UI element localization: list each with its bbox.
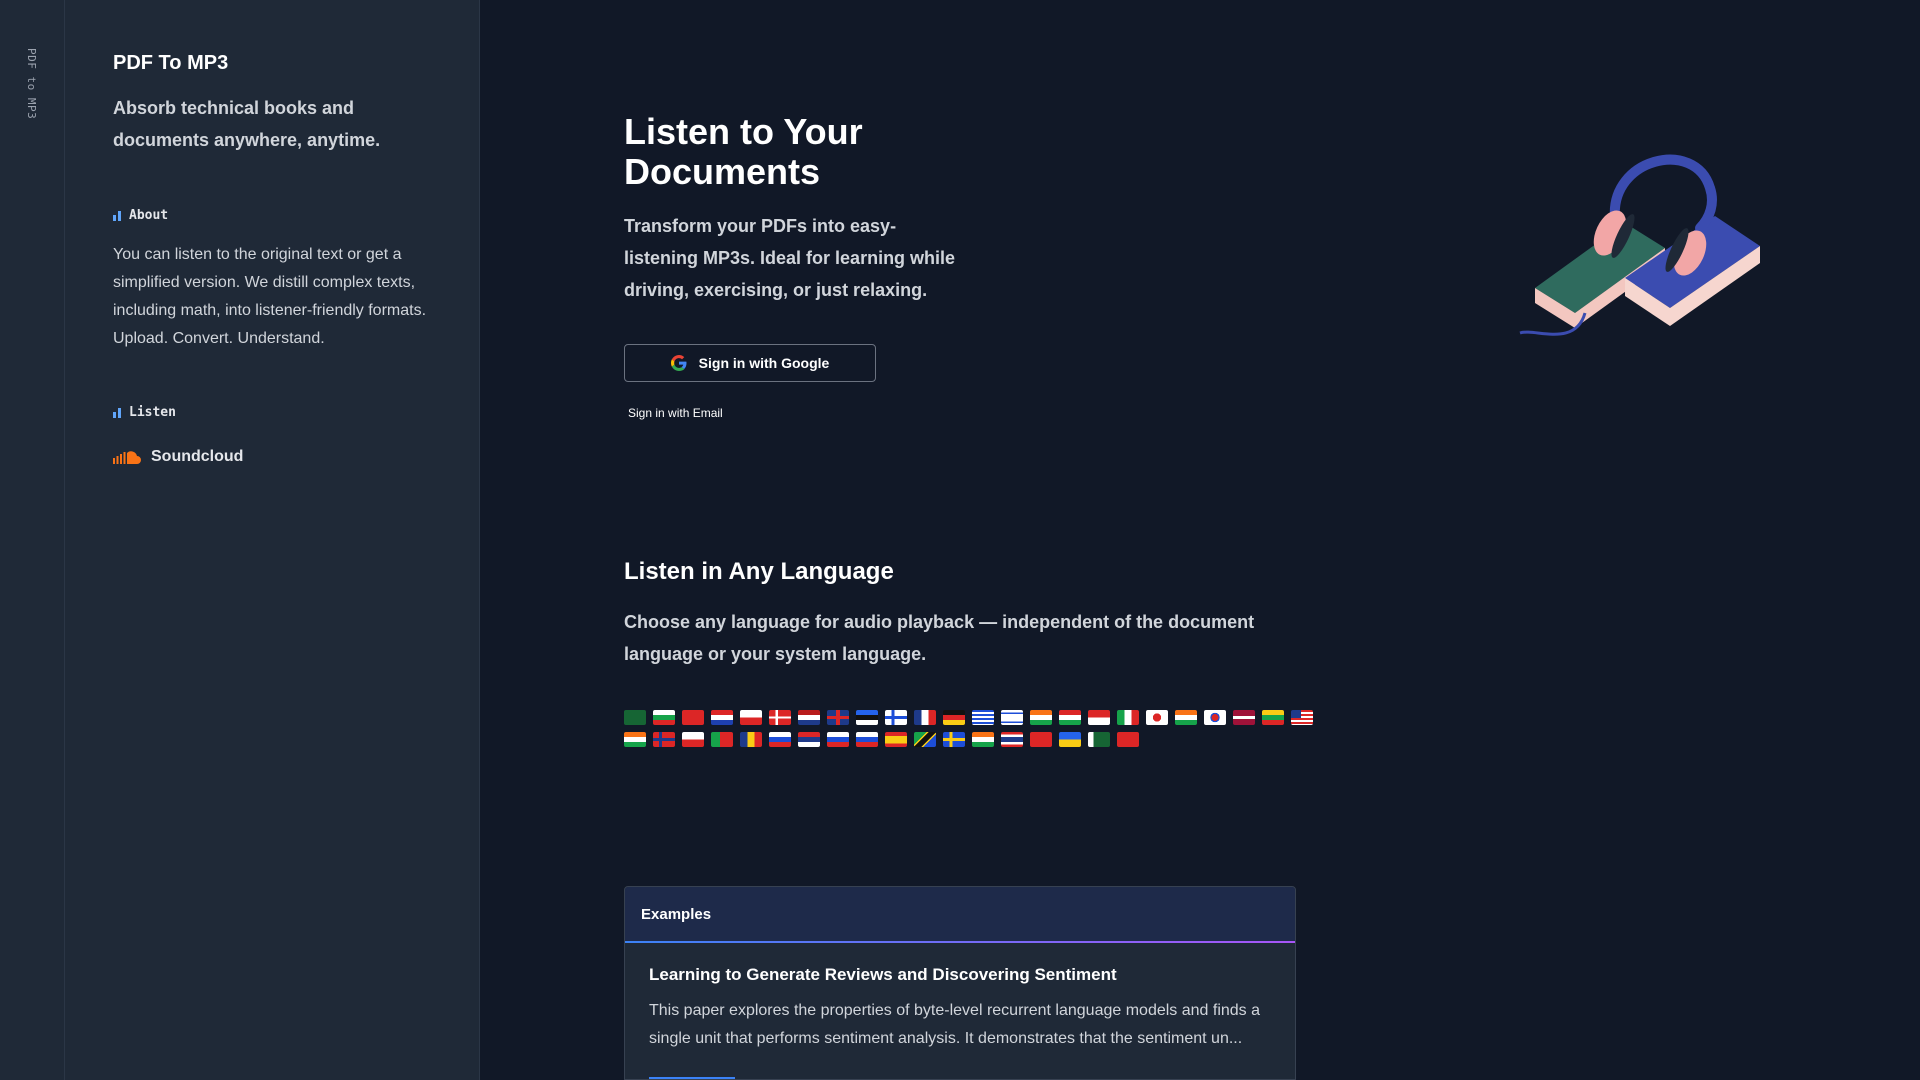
- google-signin-button[interactable]: Sign in with Google: [624, 344, 876, 382]
- flag-slovakia[interactable]: [827, 732, 849, 747]
- example-tab-indicator: [649, 1077, 735, 1079]
- flag-portugal[interactable]: [711, 732, 733, 747]
- flag-pakistan[interactable]: [1088, 732, 1110, 747]
- flag-united-kingdom[interactable]: [827, 710, 849, 725]
- about-label: About: [129, 208, 169, 223]
- google-icon: [670, 355, 687, 371]
- email-signin-link[interactable]: Sign in with Email: [628, 406, 723, 420]
- flag-czechia[interactable]: [740, 710, 762, 725]
- flag-japan[interactable]: [1146, 710, 1168, 725]
- examples-panel: Examples Learning to Generate Reviews an…: [624, 886, 1296, 1080]
- flag-israel[interactable]: [1001, 710, 1023, 725]
- example-description: This paper explores the properties of by…: [649, 1002, 1261, 1047]
- flag-lithuania[interactable]: [1262, 710, 1284, 725]
- flag-south-korea[interactable]: [1204, 710, 1226, 725]
- flag-estonia[interactable]: [856, 710, 878, 725]
- bar-chart-icon: [113, 210, 121, 221]
- flag-serbia[interactable]: [798, 732, 820, 747]
- hero: Listen to Your Documents Transform your …: [624, 112, 964, 306]
- flag-france[interactable]: [914, 710, 936, 725]
- languages-title: Listen in Any Language: [624, 558, 894, 585]
- hero-subtitle: Transform your PDFs into easy-listening …: [624, 216, 956, 300]
- app-title: PDF To MP3: [113, 52, 229, 74]
- flag-poland[interactable]: [682, 732, 704, 747]
- google-signin-label: Sign in with Google: [698, 355, 830, 371]
- flag-latvia[interactable]: [1233, 710, 1255, 725]
- about-text: You can listen to the original text or g…: [113, 246, 427, 347]
- flag-saudi-arabia[interactable]: [624, 710, 646, 725]
- soundcloud-link[interactable]: Soundcloud: [113, 448, 431, 466]
- example-title[interactable]: Learning to Generate Reviews and Discove…: [649, 965, 1271, 985]
- flag-india-4[interactable]: [972, 732, 994, 747]
- flag-romania[interactable]: [740, 732, 762, 747]
- soundcloud-icon: [113, 451, 141, 464]
- hero-title: Listen to Your Documents: [624, 111, 863, 192]
- flag-greece[interactable]: [972, 710, 994, 725]
- flag-italy[interactable]: [1117, 710, 1139, 725]
- flag-indonesia[interactable]: [1088, 710, 1110, 725]
- flag-spain[interactable]: [885, 732, 907, 747]
- flag-russia[interactable]: [769, 732, 791, 747]
- flag-denmark[interactable]: [769, 710, 791, 725]
- flag-norway[interactable]: [653, 732, 675, 747]
- sidebar: PDF To MP3 Absorb technical books and do…: [65, 0, 480, 1080]
- app-tagline: Absorb technical books and documents any…: [113, 98, 381, 150]
- language-flags: [624, 710, 1314, 747]
- flag-malaysia[interactable]: [1291, 710, 1313, 725]
- flag-turkey[interactable]: [1030, 732, 1052, 747]
- flag-germany[interactable]: [943, 710, 965, 725]
- flag-tanzania[interactable]: [914, 732, 936, 747]
- flag-hungary[interactable]: [1059, 710, 1081, 725]
- flag-ukraine[interactable]: [1059, 732, 1081, 747]
- about-heading: About: [113, 208, 431, 223]
- soundcloud-label: Soundcloud: [151, 448, 244, 465]
- flag-india-2[interactable]: [1175, 710, 1197, 725]
- bar-chart-icon: [113, 407, 121, 418]
- flag-finland[interactable]: [885, 710, 907, 725]
- listen-heading: Listen: [113, 405, 431, 420]
- rail-label: PDF to MP3: [25, 48, 38, 120]
- flag-croatia[interactable]: [711, 710, 733, 725]
- examples-header: Examples: [625, 887, 1295, 943]
- flag-india-3[interactable]: [624, 732, 646, 747]
- flag-vietnam[interactable]: [1117, 732, 1139, 747]
- flag-thailand[interactable]: [1001, 732, 1023, 747]
- flag-slovenia[interactable]: [856, 732, 878, 747]
- languages-subtitle: Choose any language for audio playback —…: [624, 612, 1255, 664]
- listen-label: Listen: [129, 405, 176, 420]
- headphones-book-illustration: [1519, 154, 1760, 336]
- flag-netherlands[interactable]: [798, 710, 820, 725]
- flag-india[interactable]: [1030, 710, 1052, 725]
- flag-sweden[interactable]: [943, 732, 965, 747]
- flag-china[interactable]: [682, 710, 704, 725]
- flag-bulgaria[interactable]: [653, 710, 675, 725]
- side-rail: PDF to MP3: [0, 0, 65, 1080]
- main-content: Listen to Your Documents Transform your …: [480, 0, 1920, 1080]
